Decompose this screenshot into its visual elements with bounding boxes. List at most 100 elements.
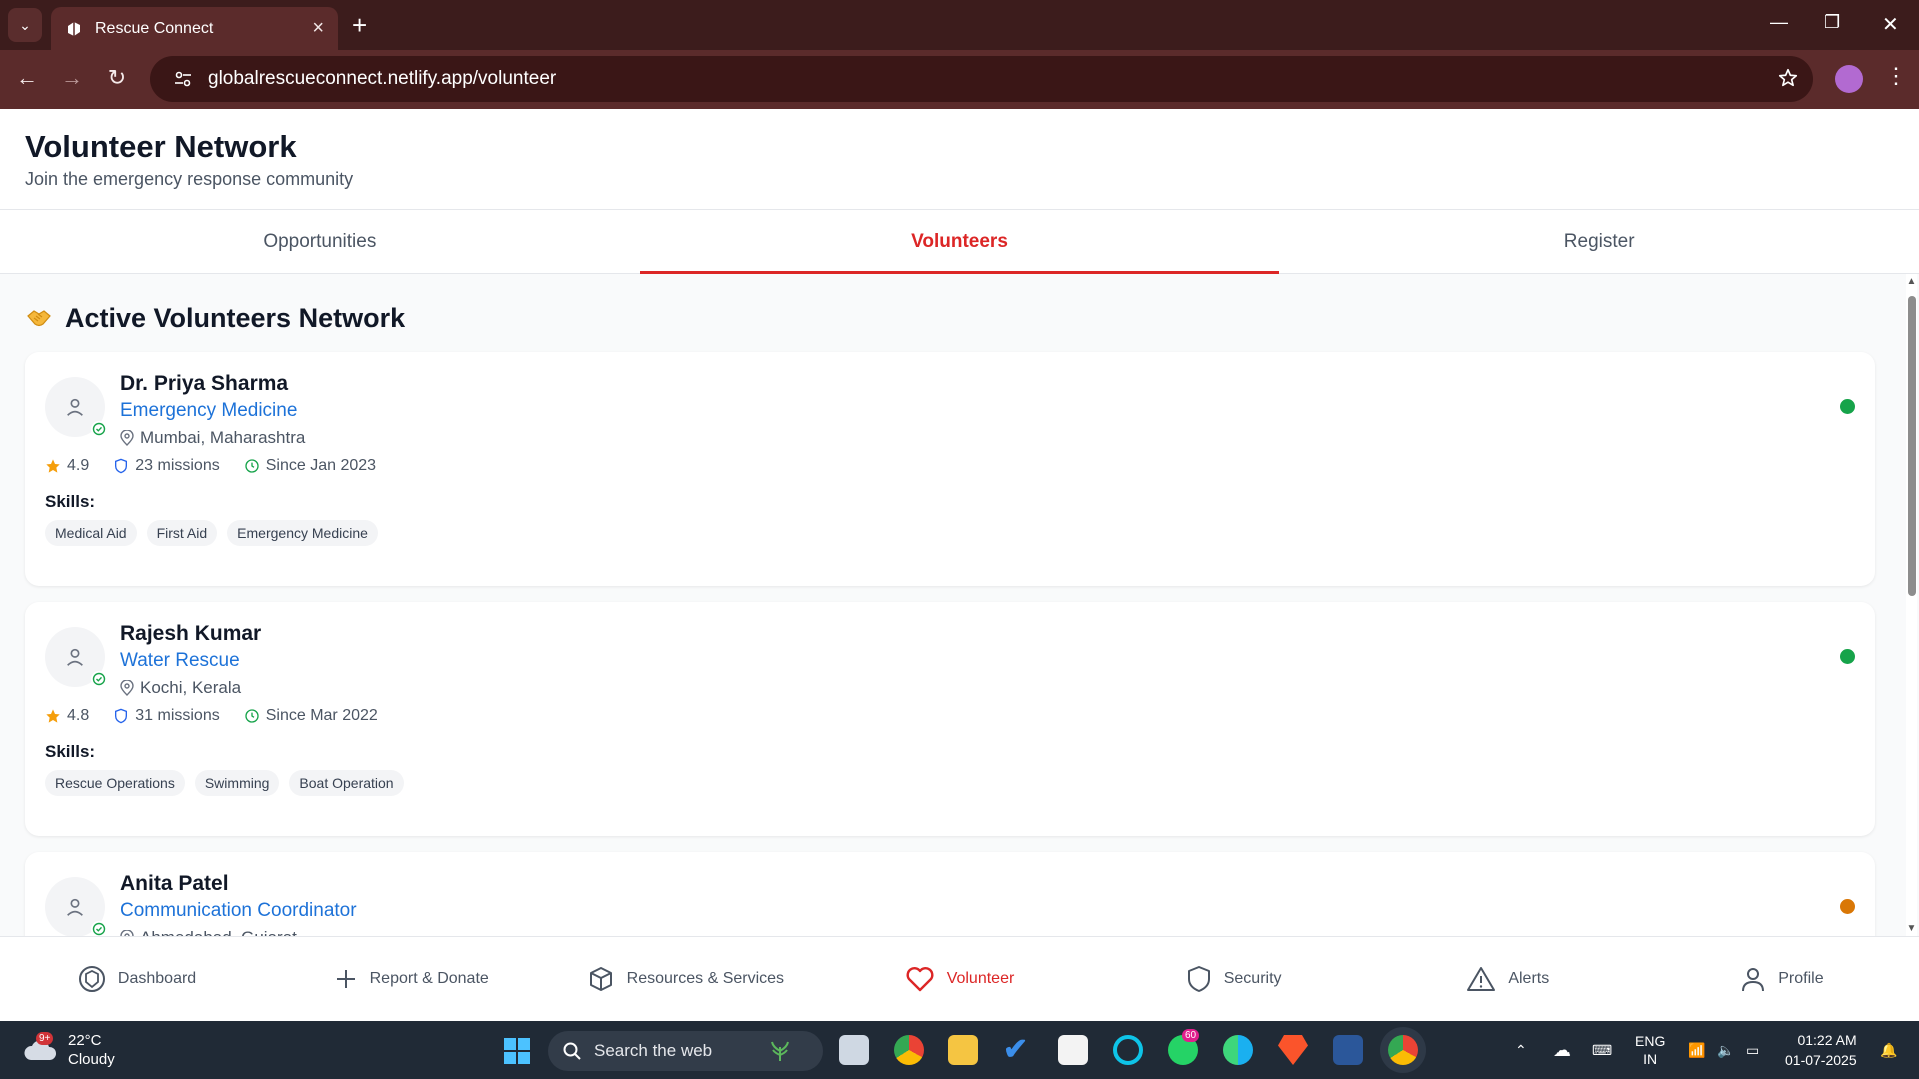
tab-title: Rescue Connect: [95, 19, 214, 37]
edge-icon[interactable]: [1223, 1035, 1253, 1065]
since-stat: Since Jan 2023: [244, 457, 376, 475]
volunteer-card[interactable]: Rajesh Kumar Water Rescue Kochi, Kerala …: [25, 602, 1875, 836]
rating-stat: 4.8: [45, 707, 89, 725]
tab-search-button[interactable]: ⌄: [8, 8, 42, 42]
rating-value: 4.9: [67, 457, 90, 474]
skills-label: Skills:: [45, 492, 96, 511]
tab-opportunities[interactable]: Opportunities: [0, 210, 640, 273]
clock[interactable]: 01:22 AM 01-07-2025: [1785, 1030, 1857, 1070]
volunteer-info: Rajesh Kumar Water Rescue Kochi, Kerala: [120, 622, 261, 698]
keyboard-icon[interactable]: ⌨: [1592, 1021, 1612, 1079]
store-icon[interactable]: [1058, 1035, 1088, 1065]
browser-tab[interactable]: Rescue Connect ×: [51, 7, 338, 50]
browser-menu-icon[interactable]: ⋮: [1885, 63, 1907, 89]
volunteer-card[interactable]: Anita Patel Communication Coordinator Ah…: [25, 852, 1875, 936]
task-view-icon[interactable]: [839, 1035, 869, 1065]
scroll-thumb[interactable]: [1908, 296, 1916, 596]
shield-icon: [1187, 966, 1210, 992]
lang-top: ENG: [1635, 1033, 1666, 1049]
windows-start-icon[interactable]: [503, 1037, 531, 1065]
volunteer-specialty: Emergency Medicine: [120, 400, 298, 421]
back-icon[interactable]: ←: [12, 65, 42, 91]
taskbar-search[interactable]: Search the web: [548, 1031, 823, 1071]
missions-value: 31 missions: [135, 707, 220, 724]
browser-profile-avatar[interactable]: [1835, 65, 1863, 93]
scroll-down-icon[interactable]: ▼: [1906, 923, 1917, 934]
file-explorer-icon[interactable]: [948, 1035, 978, 1065]
notification-bell-icon[interactable]: 🔔: [1880, 1021, 1897, 1079]
location-text: Mumbai, Maharashtra: [140, 428, 306, 447]
skill-chip: First Aid: [146, 520, 218, 546]
avatar: [45, 377, 107, 437]
plus-icon: [336, 970, 355, 988]
map-pin-icon: [120, 430, 134, 446]
nav-alerts[interactable]: Alerts: [1371, 937, 1645, 1021]
nav-dashboard[interactable]: Dashboard: [0, 937, 274, 1021]
star-icon: [46, 709, 60, 723]
avatar: [45, 627, 107, 687]
weather-desc: Cloudy: [68, 1051, 115, 1068]
nav-security[interactable]: Security: [1097, 937, 1371, 1021]
weather-badge: 9+: [36, 1032, 54, 1045]
weather-temp: 22°C: [68, 1032, 102, 1049]
page-scrollbar[interactable]: ▲ ▼: [1906, 274, 1917, 936]
chrome-icon[interactable]: [894, 1035, 924, 1065]
page-subtitle: Join the emergency response community: [25, 169, 354, 189]
new-tab-button[interactable]: +: [352, 10, 367, 40]
bookmark-star-icon[interactable]: [1777, 67, 1799, 89]
volunteer-specialty: Communication Coordinator: [120, 900, 357, 921]
restore-icon[interactable]: ❐: [1824, 12, 1840, 33]
whatsapp-icon[interactable]: 60: [1168, 1029, 1200, 1065]
tab-register[interactable]: Register: [1279, 210, 1919, 273]
volunteer-name: Anita Patel: [120, 872, 229, 895]
tray-chevron-icon[interactable]: ⌃: [1515, 1021, 1527, 1079]
volunteer-list-area[interactable]: Active Volunteers Network Dr. Priya Shar…: [0, 274, 1906, 936]
verified-icon: [91, 421, 107, 437]
nav-report-donate[interactable]: Report & Donate: [274, 937, 548, 1021]
nav-volunteer[interactable]: Volunteer: [822, 937, 1096, 1021]
scroll-up-icon[interactable]: ▲: [1906, 276, 1917, 287]
close-window-icon[interactable]: ✕: [1882, 12, 1899, 37]
since-value: Since Mar 2022: [265, 707, 378, 724]
volunteer-location: Mumbai, Maharashtra: [120, 428, 305, 448]
star-icon: [46, 459, 60, 473]
alexa-icon[interactable]: [1113, 1035, 1143, 1065]
reload-icon[interactable]: ↻: [102, 65, 132, 91]
weather-widget[interactable]: 9+ 22°C Cloudy: [22, 1031, 115, 1069]
nav-resources[interactable]: Resources & Services: [548, 937, 822, 1021]
nav-profile[interactable]: Profile: [1645, 937, 1919, 1021]
section-heading: Active Volunteers Network: [25, 300, 1875, 336]
docs-icon[interactable]: [1333, 1035, 1363, 1065]
onedrive-icon[interactable]: ☁: [1553, 1021, 1571, 1079]
forward-icon[interactable]: →: [57, 65, 87, 91]
clock-icon: [245, 459, 259, 473]
skill-chip: Emergency Medicine: [227, 520, 378, 546]
user-icon: [67, 398, 83, 416]
clock-icon: [245, 709, 259, 723]
chrome-active-icon[interactable]: [1388, 1035, 1418, 1065]
volunteer-stats: 4.9 23 missions Since Jan 2023: [45, 457, 400, 475]
cloud-icon: 9+: [22, 1032, 58, 1064]
since-stat: Since Mar 2022: [244, 707, 378, 725]
volunteer-stats: 4.8 31 missions Since Mar 2022: [45, 707, 402, 725]
language-indicator[interactable]: ENG IN: [1635, 1021, 1665, 1079]
battery-icon[interactable]: ▭: [1746, 1021, 1759, 1079]
tab-bar: Opportunities Volunteers Register: [0, 210, 1919, 274]
bottom-navigation: Dashboard Report & Donate Resources & Se…: [0, 936, 1919, 1021]
status-indicator: [1840, 649, 1855, 664]
brave-icon[interactable]: [1278, 1035, 1308, 1065]
clock-time: 01:22 AM: [1797, 1032, 1857, 1048]
wifi-icon[interactable]: 📶: [1688, 1021, 1705, 1079]
skill-chip: Medical Aid: [45, 520, 137, 546]
site-info-icon[interactable]: [172, 68, 194, 90]
volume-icon[interactable]: 🔈: [1717, 1021, 1734, 1079]
tab-volunteers[interactable]: Volunteers: [639, 210, 1280, 274]
missions-stat: 23 missions: [113, 457, 220, 475]
os-taskbar: 9+ 22°C Cloudy Search the web ✔ 60 ⌃ ☁ ⌨…: [0, 1021, 1919, 1079]
minimize-icon[interactable]: —: [1770, 12, 1788, 33]
avatar: [45, 877, 107, 936]
todo-icon[interactable]: ✔: [1003, 1035, 1033, 1065]
tab-close-icon[interactable]: ×: [312, 17, 324, 40]
volunteer-card[interactable]: Dr. Priya Sharma Emergency Medicine Mumb…: [25, 352, 1875, 586]
address-bar[interactable]: globalrescueconnect.netlify.app/voluntee…: [150, 56, 1813, 102]
